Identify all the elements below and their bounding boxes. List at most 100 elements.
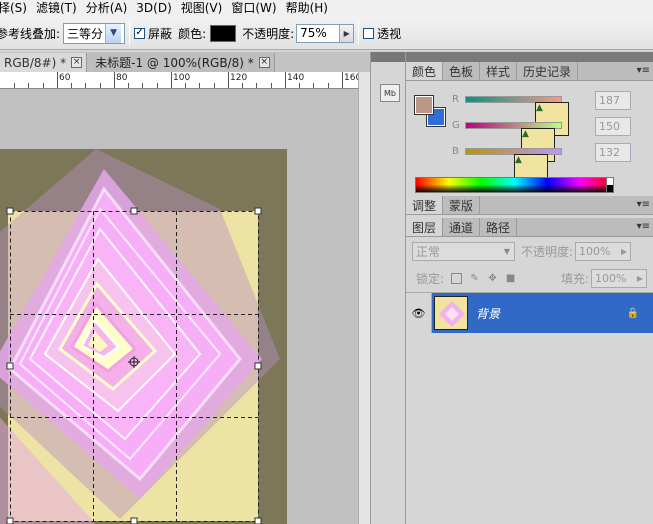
close-icon[interactable]: ×	[258, 57, 270, 68]
ruler-minor-tick	[157, 83, 158, 88]
close-icon[interactable]: ×	[71, 57, 83, 68]
menu-help[interactable]: 帮助(H)	[286, 0, 337, 17]
panel-menu-icon[interactable]: ▾≡	[637, 199, 650, 210]
mini-bridge-icon[interactable]: Mb	[380, 84, 400, 102]
ruler-minor-tick	[313, 83, 314, 88]
separator	[129, 21, 131, 45]
layers-panel: 图层 通道 路径 ▾≡ 正常 ▼ 不透明度: 100% ▶ 锁定: ✎ ✥ ■ …	[406, 218, 653, 524]
ruler-tick	[228, 72, 229, 88]
blend-mode-value: 正常	[416, 244, 441, 259]
layer-opacity-value: 100%	[579, 244, 611, 258]
tab-document-1[interactable]: RGB/8#) * ×	[0, 53, 88, 72]
shield-color-swatch[interactable]	[210, 24, 237, 42]
panel-menu-icon[interactable]: ▾≡	[637, 65, 650, 76]
layer-name[interactable]: 背景	[476, 305, 500, 322]
menu-bar: 择(S) 滤镜(T) 分析(A) 3D(D) 视图(V) 窗口(W) 帮助(H)	[0, 0, 653, 17]
green-value-field[interactable]: 150	[595, 117, 631, 136]
green-channel-label: G	[452, 120, 460, 131]
opacity-slider-arrow-icon[interactable]: ▶	[618, 247, 630, 256]
guide-overlay-select[interactable]: 三等分 ▼	[63, 22, 126, 44]
layer-thumbnail-art	[435, 297, 467, 329]
panel-menu-icon[interactable]: ▾≡	[637, 221, 650, 232]
opacity-field[interactable]: 75% ▶	[296, 23, 355, 43]
ruler-tick	[114, 72, 115, 88]
tab-color[interactable]: 颜色	[406, 62, 444, 80]
ruler-minor-tick	[100, 83, 101, 88]
lock-row: 锁定: ✎ ✥ ■ 填充: 100% ▶	[406, 265, 653, 293]
layer-options-row: 正常 ▼ 不透明度: 100% ▶	[406, 237, 653, 265]
layer-opacity-field[interactable]: 100% ▶	[575, 241, 632, 261]
lock-all-icon[interactable]: ■	[505, 273, 516, 284]
ruler-minor-tick	[271, 83, 272, 88]
ruler-minor-tick	[14, 83, 15, 88]
menu-filter[interactable]: 滤镜(T)	[36, 0, 86, 17]
red-value-field[interactable]: 187	[595, 91, 631, 110]
perspective-checkbox[interactable]	[363, 27, 375, 39]
options-bar: 参考线叠加: 三等分 ▼ ✓ 屏蔽 颜色: 不透明度: 75% ▶ 透视	[0, 17, 653, 50]
color-spectrum-ramp[interactable]	[415, 177, 614, 193]
eye-visibility-icon[interactable]: 👁	[406, 293, 432, 333]
foreground-color-swatch[interactable]	[414, 95, 434, 115]
color-panel: R ▲ 187 G ▲ 150 B ▲ 132	[406, 81, 653, 195]
shield-checkbox[interactable]: ✓	[134, 27, 146, 39]
tab-history[interactable]: 历史记录	[517, 62, 579, 80]
fill-field[interactable]: 100% ▶	[591, 269, 647, 288]
color-label: 颜色:	[178, 26, 207, 41]
blend-mode-select[interactable]: 正常 ▼	[412, 241, 515, 261]
menu-window[interactable]: 窗口(W)	[231, 0, 285, 17]
ruler-minor-tick	[214, 83, 215, 88]
canvas-workspace[interactable]	[0, 89, 358, 524]
perspective-label: 透视	[377, 26, 402, 41]
black-white-ramp[interactable]	[606, 177, 614, 193]
layers-panel-tabs: 图层 通道 路径 ▾≡	[406, 218, 653, 237]
layer-opacity-label: 不透明度:	[521, 244, 574, 259]
tab-paths[interactable]: 路径	[480, 218, 518, 236]
layer-row-background[interactable]: 👁 背景 🔒	[406, 293, 653, 333]
ruler-label: 80	[116, 73, 128, 83]
chevron-down-icon: ▼	[503, 246, 511, 256]
tab-styles[interactable]: 样式	[480, 62, 518, 80]
dock-header	[371, 52, 405, 62]
green-slider-row: G ▲ 150	[450, 117, 650, 162]
lock-label: 锁定:	[416, 272, 445, 286]
layer-thumbnail	[434, 296, 468, 330]
fill-label: 填充:	[560, 272, 589, 286]
ruler-tick	[285, 72, 286, 88]
ruler-label: 100	[173, 73, 191, 83]
lock-icon: 🔒	[626, 307, 639, 319]
ruler-minor-tick	[242, 83, 243, 88]
tab-swatches[interactable]: 色板	[443, 62, 481, 80]
menu-3d[interactable]: 3D(D)	[136, 0, 180, 17]
layer-selected-highlight[interactable]: 背景 🔒	[432, 293, 653, 333]
red-channel-label: R	[452, 94, 459, 105]
adjustments-panel: 调整 蒙版 ▾≡	[406, 196, 653, 215]
panel-dock-strip: Mb	[370, 52, 406, 524]
tab-document-2[interactable]: 未标题-1 @ 100%(RGB/8) * ×	[87, 53, 275, 72]
ruler-minor-tick	[71, 83, 72, 88]
menu-analysis[interactable]: 分析(A)	[86, 0, 137, 17]
menu-select[interactable]: 择(S)	[0, 0, 36, 17]
adjustments-panel-tabs: 调整 蒙版 ▾≡	[406, 196, 653, 215]
document-canvas[interactable]	[0, 149, 287, 524]
lock-position-move-icon[interactable]: ✥	[487, 273, 498, 284]
shield-label: 屏蔽	[148, 26, 173, 41]
tab-label: 未标题-1 @ 100%(RGB/8) *	[95, 56, 254, 70]
red-slider-row: R ▲ 187	[450, 91, 650, 136]
lock-transparency-icon[interactable]	[451, 273, 463, 284]
menu-view[interactable]: 视图(V)	[181, 0, 232, 17]
tab-adjustments[interactable]: 调整	[406, 196, 444, 214]
blue-value-field[interactable]: 132	[595, 143, 631, 162]
fill-slider-arrow-icon[interactable]: ▶	[634, 274, 646, 283]
blue-channel-label: B	[452, 146, 459, 157]
tab-channels[interactable]: 通道	[443, 218, 481, 236]
opacity-slider-arrow-icon[interactable]: ▶	[339, 24, 354, 42]
tab-layers[interactable]: 图层	[406, 218, 444, 236]
chevron-down-icon: ▼	[105, 23, 122, 43]
tab-masks[interactable]: 蒙版	[443, 196, 481, 214]
ruler-minor-tick	[299, 83, 300, 88]
horizontal-ruler: 60 80 100 120 140 160	[0, 72, 361, 89]
vertical-scrollbar[interactable]	[358, 72, 370, 524]
ruler-label: 60	[59, 73, 71, 83]
lock-image-brush-icon[interactable]: ✎	[469, 273, 480, 284]
ruler-minor-tick	[328, 83, 329, 88]
